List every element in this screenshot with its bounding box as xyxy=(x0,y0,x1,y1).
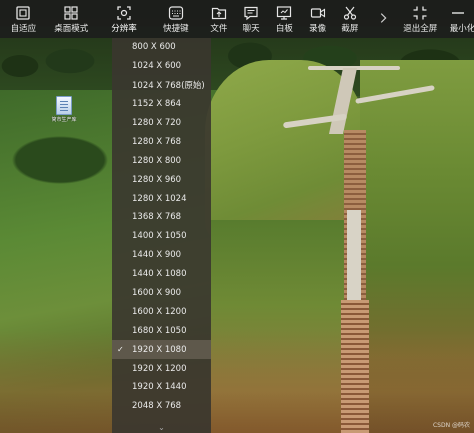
exit-fullscreen-label: 退出全屏 xyxy=(403,24,438,34)
resolution-option[interactable]: 1280 X 800 xyxy=(112,151,211,170)
resolution-option-label: 1280 X 720 xyxy=(132,118,182,128)
resolution-option[interactable]: 2048 X 768 xyxy=(112,397,211,416)
watermark: CSDN @码农 xyxy=(432,422,470,429)
resolution-option[interactable]: 1280 X 768 xyxy=(112,132,211,151)
desktop-shortcut[interactable]: 简市生产库 xyxy=(50,96,78,124)
chevron-right-icon xyxy=(376,10,390,29)
minimize-icon xyxy=(450,5,466,21)
fit-screen-icon xyxy=(15,5,31,21)
resolution-option[interactable]: 1600 X 900 xyxy=(112,284,211,303)
file-button[interactable]: 文件 xyxy=(205,0,232,38)
screenshot-label: 截屏 xyxy=(341,24,359,34)
resolution-dropdown: 800 X 600 1024 X 600 1024 X 768(原始) 1152 X … xyxy=(112,38,211,433)
exit-fullscreen-icon xyxy=(412,5,428,21)
resolution-option[interactable]: 1024 X 600 xyxy=(112,57,211,76)
more-tools-button[interactable] xyxy=(372,0,393,38)
whiteboard-icon xyxy=(276,5,292,21)
exit-fullscreen-button[interactable]: 退出全屏 xyxy=(400,0,441,38)
resolution-option-label: 1024 X 768(原始) xyxy=(132,81,205,92)
resolution-option[interactable]: 1280 X 1024 xyxy=(112,189,211,208)
resolution-option-label: 2048 X 768 xyxy=(132,401,182,412)
camera-icon xyxy=(310,5,326,21)
resolution-option[interactable]: 800 X 600 xyxy=(112,38,211,57)
resolution-option-label: 1400 X 1050 xyxy=(132,231,187,242)
fit-screen-label: 自适应 xyxy=(10,24,37,34)
folder-icon xyxy=(211,5,227,21)
resolution-option-label: 1440 X 900 xyxy=(132,250,182,261)
minimize-button[interactable]: 最小化 xyxy=(441,0,474,38)
resolution-option-label: 1024 X 600 xyxy=(132,61,182,72)
scissors-icon xyxy=(342,5,358,21)
chat-icon xyxy=(243,5,259,21)
shortcut-button[interactable]: 快捷键 xyxy=(155,0,196,38)
resolution-option[interactable]: 1152 X 864 xyxy=(112,95,211,114)
resolution-option-label: 1440 X 1080 xyxy=(132,269,187,280)
resolution-option[interactable]: 1368 X 768 xyxy=(112,208,211,227)
desktop-mode-label: 桌面模式 xyxy=(54,24,89,34)
minimize-label: 最小化 xyxy=(449,24,474,34)
checkmark-icon: ✓ xyxy=(117,345,124,355)
whiteboard-label: 白板 xyxy=(275,24,293,34)
resolution-option-label: 800 X 600 xyxy=(132,42,176,53)
resolution-option[interactable]: 1400 X 1050 xyxy=(112,227,211,246)
resolution-option-label: 1600 X 1200 xyxy=(132,306,187,317)
keyboard-icon xyxy=(168,5,184,21)
resolution-option[interactable]: 1600 X 1200 xyxy=(112,302,211,321)
resolution-option-list: 800 X 600 1024 X 600 1024 X 768(原始) 1152 X … xyxy=(112,38,211,416)
resolution-option[interactable]: ✓ 1920 X 1080 xyxy=(112,340,211,360)
record-button[interactable]: 录像 xyxy=(304,0,331,38)
remote-toolbar: 自适应 桌面模式 分辨率 快捷键 文件 聊天 白板 录像 截屏 退出全屏 最小化 xyxy=(0,0,474,38)
resolution-option[interactable]: 1440 X 1080 xyxy=(112,265,211,284)
resolution-option[interactable]: 1024 X 768(原始) xyxy=(112,76,211,95)
resolution-option-label: 1920 X 1440 xyxy=(132,382,187,393)
resolution-icon xyxy=(116,5,132,21)
resolution-option-label: 1680 X 1050 xyxy=(132,325,187,336)
resolution-option-label: 1920 X 1200 xyxy=(132,363,187,374)
resolution-option-label: 1920 X 1080 xyxy=(132,344,187,355)
file-label: 文件 xyxy=(210,24,228,34)
resolution-option[interactable]: 1920 X 1440 xyxy=(112,378,211,397)
desktop-shortcut-label: 简市生产库 xyxy=(51,117,77,123)
resolution-option-label: 1152 X 864 xyxy=(132,99,182,110)
fit-screen-button[interactable]: 自适应 xyxy=(3,0,44,38)
chat-label: 聊天 xyxy=(242,24,260,34)
resolution-option-label: 1368 X 768 xyxy=(132,212,182,223)
scroll-down-icon[interactable]: ⌄ xyxy=(112,421,211,433)
resolution-option[interactable]: 1280 X 720 xyxy=(112,114,211,133)
resolution-option[interactable]: 1920 X 1200 xyxy=(112,359,211,378)
whiteboard-button[interactable]: 白板 xyxy=(271,0,298,38)
grid-icon xyxy=(63,5,79,21)
chat-button[interactable]: 聊天 xyxy=(238,0,265,38)
background-stairway xyxy=(341,300,369,433)
background-lower-field xyxy=(0,330,474,433)
resolution-button[interactable]: 分辨率 xyxy=(104,0,145,38)
record-label: 录像 xyxy=(309,24,327,34)
shortcut-label: 快捷键 xyxy=(163,24,189,34)
resolution-option[interactable]: 1680 X 1050 xyxy=(112,321,211,340)
resolution-option[interactable]: 1280 X 960 xyxy=(112,170,211,189)
document-icon xyxy=(56,96,72,115)
resolution-option-label: 1280 X 1024 xyxy=(132,193,187,204)
screenshot-button[interactable]: 截屏 xyxy=(336,0,363,38)
resolution-label: 分辨率 xyxy=(111,24,137,34)
resolution-option-label: 1280 X 800 xyxy=(132,155,182,166)
resolution-option-label: 1280 X 960 xyxy=(132,174,182,185)
resolution-option[interactable]: 1440 X 900 xyxy=(112,246,211,265)
desktop-mode-button[interactable]: 桌面模式 xyxy=(48,0,95,38)
resolution-option-label: 1280 X 768 xyxy=(132,136,182,147)
background-path xyxy=(347,210,361,310)
remote-desktop[interactable]: 简市生产库 xyxy=(0,0,474,433)
resolution-option-label: 1600 X 900 xyxy=(132,288,182,299)
